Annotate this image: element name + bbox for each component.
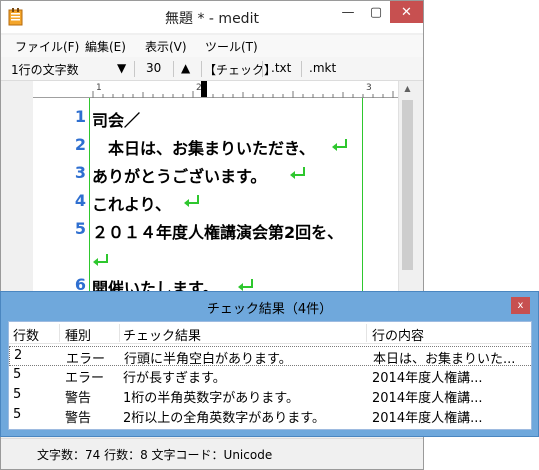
cell-line: 2 <box>14 348 23 363</box>
save-mkt-button[interactable]: .mkt <box>309 61 336 75</box>
save-txt-button[interactable]: .txt <box>271 61 291 75</box>
cell-type: 警告 <box>65 391 92 406</box>
toolbar-separator <box>262 61 263 77</box>
results-table[interactable]: 行数 種別 チェック結果 行の内容 2 エラー 行頭に半角空白があります。 本日… <box>8 321 532 430</box>
cell-line: 5 <box>13 367 22 382</box>
table-row[interactable]: 5 エラー 行が長すぎます。 2014年度人権講... <box>9 366 531 386</box>
wrap-margin-line <box>362 98 363 294</box>
editor-line[interactable]: 司会／ <box>92 107 140 131</box>
cell-content: 2014年度人権講... <box>372 411 483 426</box>
cell-content: 2014年度人権講... <box>372 391 483 406</box>
check-button[interactable]: 【チェック】 <box>204 61 276 78</box>
editor-line[interactable]: ありがとうございます。 <box>92 163 266 187</box>
text-editor[interactable]: 1 司会／ 2 本日は、お集まりいただき、 3 ありがとうございます。 4 これ… <box>33 98 398 294</box>
cell-result: 行頭に半角空白があります。 <box>124 352 292 367</box>
scroll-up-arrow-icon[interactable]: ▲ <box>399 84 416 93</box>
newline-icon <box>290 167 305 179</box>
cell-content: 本日は、お集まりいた... <box>373 352 516 367</box>
toolbar-separator <box>201 61 202 77</box>
scroll-thumb[interactable] <box>402 100 413 270</box>
line-number: 5 <box>74 219 86 238</box>
line-number-divider <box>89 98 90 294</box>
cell-result: 2桁以上の全角英数字があります。 <box>123 411 325 426</box>
cell-type: エラー <box>65 371 105 386</box>
cell-result: 行が長すぎます。 <box>123 371 226 386</box>
column-divider[interactable] <box>59 324 60 342</box>
line-number: 1 <box>74 107 86 126</box>
vertical-scrollbar[interactable]: ▲ <box>398 81 415 294</box>
title-bar: 無題 * - medit — ▢ ✕ <box>1 1 423 33</box>
column-divider[interactable] <box>366 324 367 342</box>
editor-line[interactable]: 本日は、お集まりいただき、 <box>92 135 315 159</box>
newline-icon <box>238 279 253 291</box>
editor-line[interactable]: これより、 <box>92 191 171 215</box>
ruler-mark: 1 <box>96 83 102 93</box>
status-text: 文字数：74 行数：8 文字コード：Unicode <box>37 448 273 462</box>
maximize-button[interactable]: ▢ <box>362 1 390 23</box>
dialog-title: チェック結果（4件） <box>206 302 333 317</box>
column-divider[interactable] <box>119 324 120 342</box>
ruler-cursor-marker <box>201 81 207 97</box>
toolbar: 1行の文字数 ▼ 30 ▲ 【チェック】 .txt .mkt <box>1 57 423 81</box>
column-header-type[interactable]: 種別 <box>65 325 115 344</box>
menu-file[interactable]: ファイル(F) <box>15 38 79 55</box>
close-button[interactable]: ✕ <box>390 1 423 23</box>
column-header-content[interactable]: 行の内容 <box>372 325 528 344</box>
menu-edit[interactable]: 編集(E) <box>85 38 126 55</box>
menu-bar: ファイル(F) 編集(E) 表示(V) ツール(T) <box>1 35 423 57</box>
table-row[interactable]: 5 警告 1桁の半角英数字があります。 2014年度人権講... <box>9 386 531 406</box>
dialog-close-button[interactable]: x <box>511 297 530 314</box>
ruler-ticks <box>92 91 394 98</box>
check-results-dialog: チェック結果（4件） x 行数 種別 チェック結果 行の内容 2 エラー 行頭に… <box>0 291 539 437</box>
chars-decrease-button[interactable]: ▼ <box>117 61 126 75</box>
status-bar: 文字数：74 行数：8 文字コード：Unicode <box>1 438 423 469</box>
editor-line[interactable]: ２０１４年度人権講演会第2回を、 <box>92 219 343 243</box>
table-row[interactable]: 5 警告 2桁以上の全角英数字があります。 2014年度人権講... <box>9 406 531 426</box>
menu-view[interactable]: 表示(V) <box>145 38 187 55</box>
toolbar-separator <box>301 61 302 77</box>
table-row[interactable]: 2 エラー 行頭に半角空白があります。 本日は、お集まりいた... <box>9 346 531 367</box>
newline-icon <box>184 195 199 207</box>
line-number: 3 <box>74 163 86 182</box>
chars-increase-button[interactable]: ▲ <box>181 61 190 75</box>
cell-content: 2014年度人権講... <box>372 371 483 386</box>
line-number: 4 <box>74 191 86 210</box>
table-header: 行数 種別 チェック結果 行の内容 <box>9 322 531 344</box>
line-number: 2 <box>74 135 86 154</box>
ruler: 1 2 3 <box>33 81 398 98</box>
cell-result: 1桁の半角英数字があります。 <box>123 391 299 406</box>
toolbar-separator <box>173 61 174 77</box>
newline-icon <box>332 139 347 151</box>
toolbar-separator <box>134 61 135 77</box>
newline-icon <box>93 254 108 266</box>
chars-per-line-label: 1行の文字数 <box>11 63 79 77</box>
column-header-line[interactable]: 行数 <box>13 325 57 344</box>
ruler-mark: 3 <box>366 83 372 93</box>
cell-type: エラー <box>66 352 106 367</box>
cell-line: 5 <box>13 387 22 402</box>
minimize-button[interactable]: — <box>334 1 362 23</box>
column-header-result[interactable]: チェック結果 <box>123 325 363 344</box>
chars-per-line-value[interactable]: 30 <box>146 61 161 75</box>
cell-line: 5 <box>13 407 22 422</box>
menu-tools[interactable]: ツール(T) <box>205 38 258 55</box>
cell-type: 警告 <box>65 411 92 426</box>
